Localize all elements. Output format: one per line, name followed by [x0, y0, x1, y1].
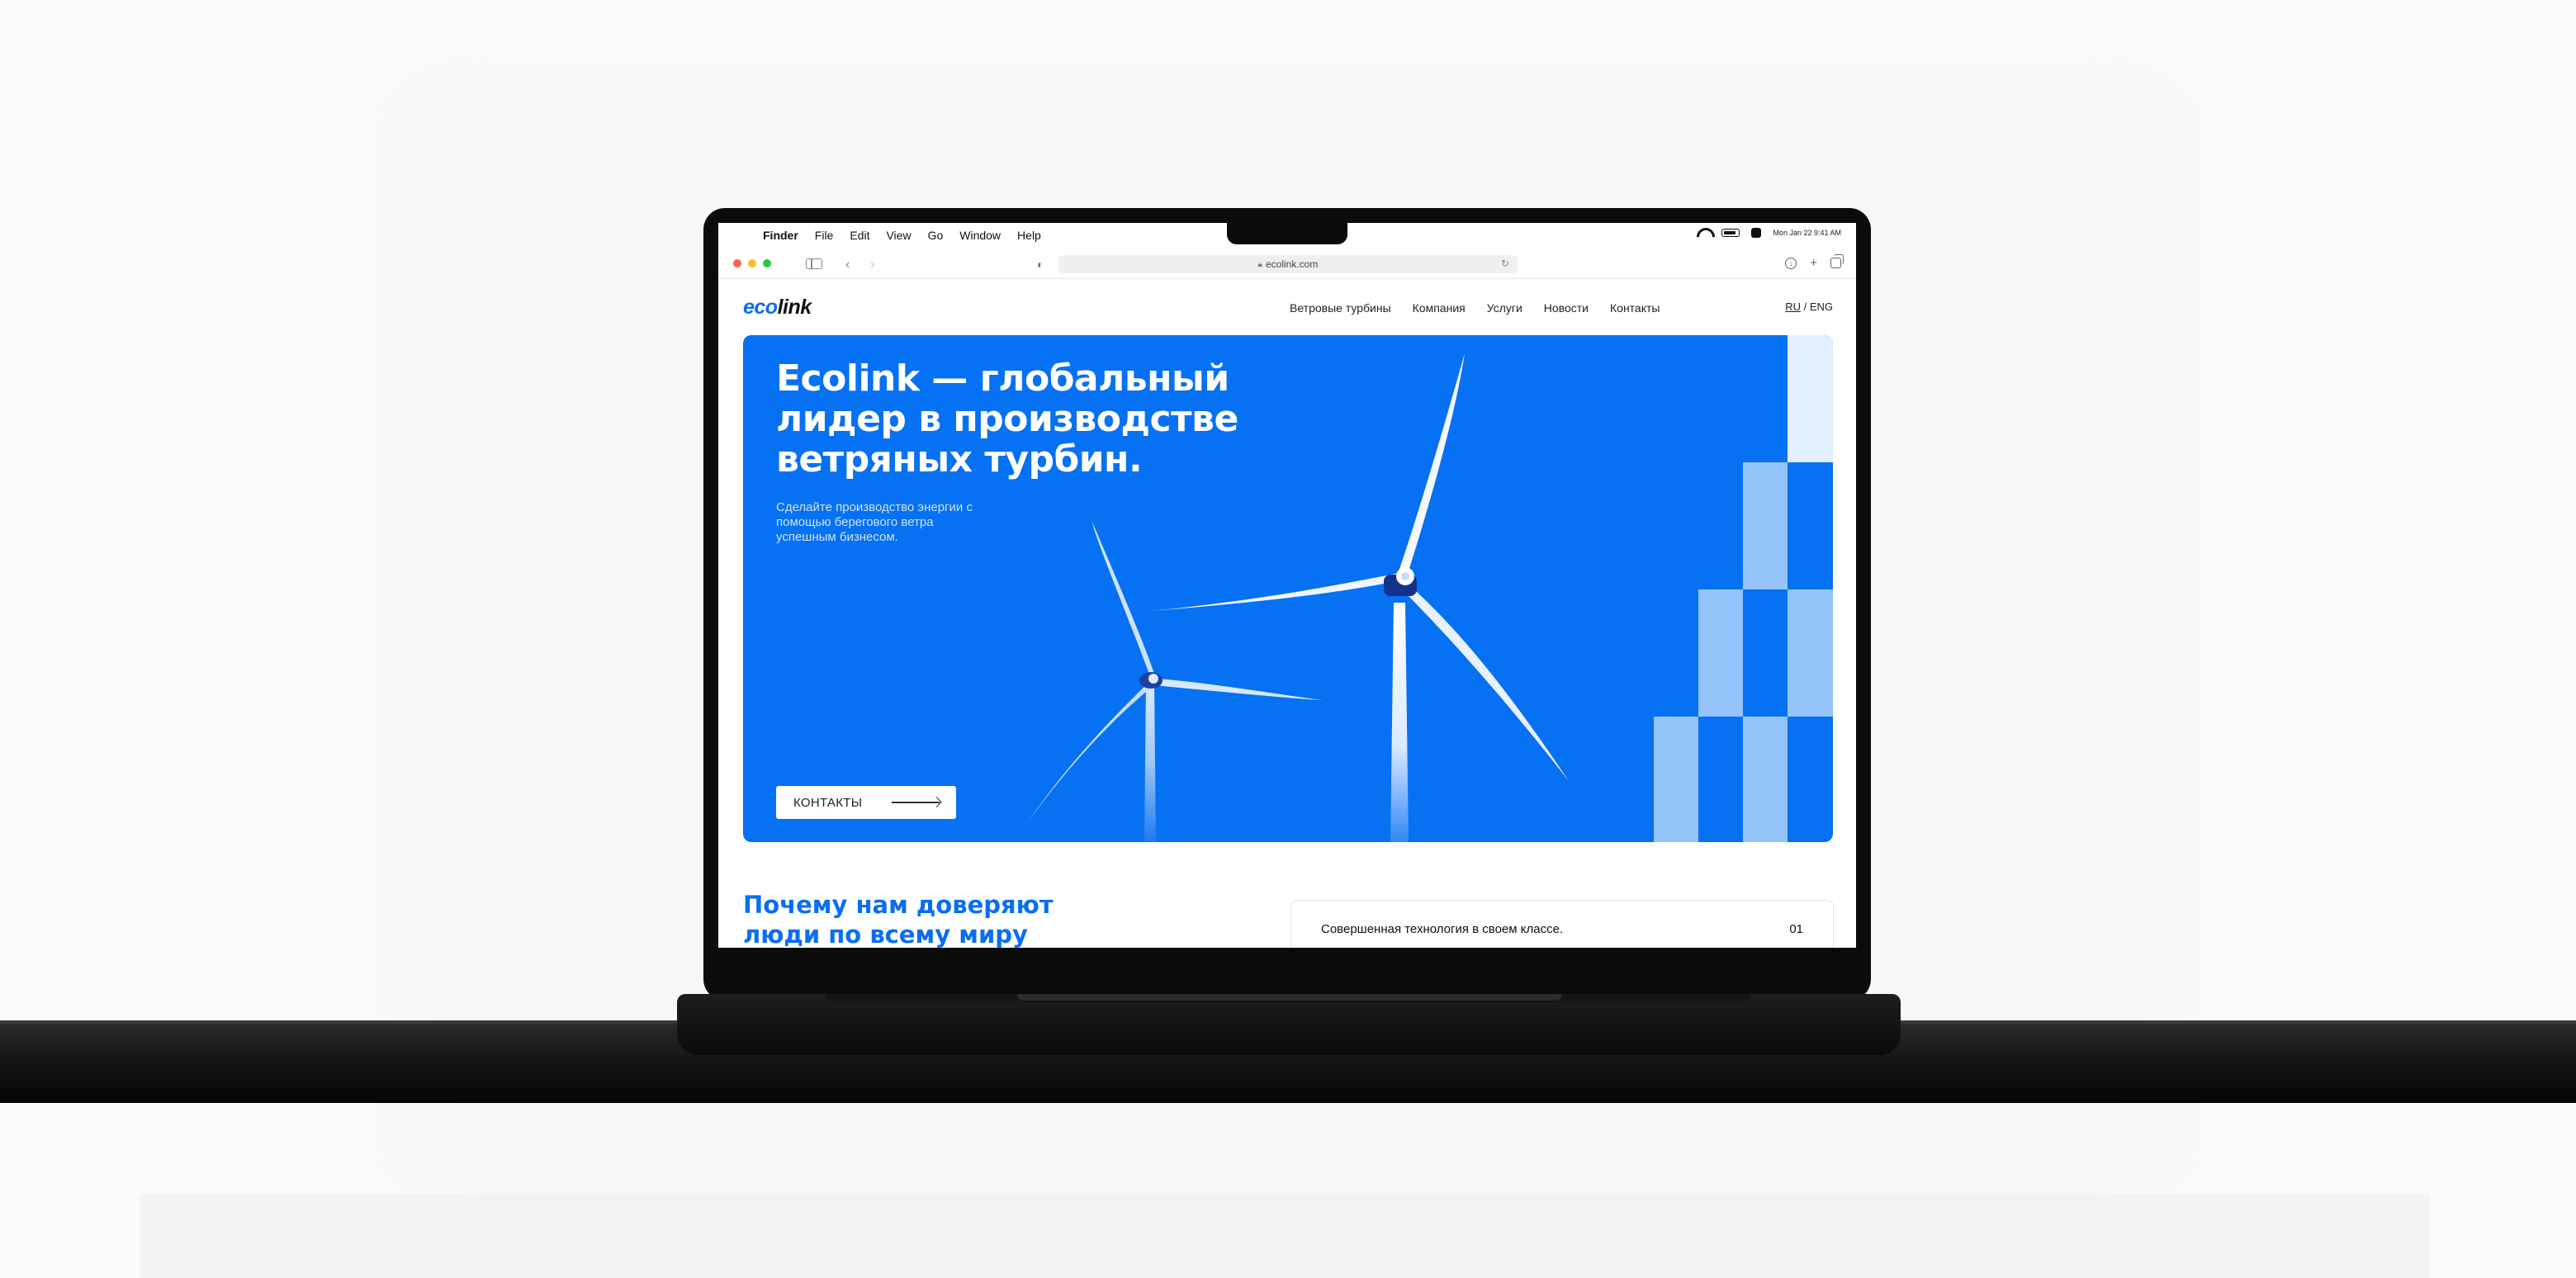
- new-tab-icon[interactable]: +: [1810, 256, 1817, 270]
- hero-banner: Ecolink — глобальный лидер в производств…: [743, 335, 1833, 842]
- nav-news[interactable]: Новости: [1544, 301, 1589, 315]
- feature-card[interactable]: Совершенная технология в своем классе. 0…: [1290, 900, 1834, 948]
- battery-icon[interactable]: [1721, 229, 1740, 237]
- ecolink-logo[interactable]: ecolink: [743, 296, 812, 320]
- logo-link: link: [777, 296, 812, 319]
- arrow-right-icon: [892, 802, 940, 803]
- hero-title: Ecolink — глобальный лидер в производств…: [776, 357, 1238, 480]
- forward-icon[interactable]: ›: [870, 258, 874, 272]
- download-icon[interactable]: ↓: [1785, 258, 1797, 269]
- sidebar-toggle-icon[interactable]: [806, 258, 822, 269]
- close-window-button[interactable]: [733, 259, 741, 267]
- status-clock[interactable]: Mon Jan 22 9:41 AM: [1773, 229, 1841, 237]
- back-icon[interactable]: ‹: [845, 258, 850, 272]
- browser-toolbar: ‹ › ◐ 🔒︎ ecolink.com ↻ ↓ +: [718, 248, 1856, 279]
- status-area: Mon Jan 22 9:41 AM: [1697, 228, 1841, 238]
- turbine-back: [1028, 522, 1323, 842]
- contacts-button-label: КОНТАКТЫ: [793, 795, 863, 810]
- menu-finder[interactable]: Finder: [763, 229, 798, 242]
- nav-contacts[interactable]: Контакты: [1610, 301, 1660, 315]
- address-bar[interactable]: 🔒︎ ecolink.com ↻: [1058, 255, 1518, 273]
- menu-file[interactable]: File: [815, 229, 834, 242]
- lock-icon: 🔒︎: [1257, 259, 1262, 269]
- menu-view[interactable]: View: [886, 229, 911, 242]
- main-nav: Ветровые турбины Компания Услуги Новости…: [1290, 301, 1660, 315]
- camera-notch: [1227, 221, 1347, 244]
- tab-overview-icon[interactable]: [1830, 254, 1844, 268]
- lang-ru[interactable]: RU: [1785, 301, 1801, 313]
- laptop-base: [677, 994, 1901, 1055]
- lang-separator: /: [1800, 301, 1810, 313]
- menu-edit[interactable]: Edit: [850, 229, 869, 242]
- lang-eng[interactable]: ENG: [1810, 301, 1833, 313]
- scene: Finder File Edit View Go Window Help Mon…: [0, 0, 2576, 1278]
- control-center-icon[interactable]: [1751, 228, 1762, 238]
- browser-actions: ↓ +: [1785, 254, 1844, 270]
- nav-services[interactable]: Услуги: [1487, 301, 1522, 315]
- nav-wind-turbines[interactable]: Ветровые турбины: [1290, 301, 1391, 315]
- wifi-icon[interactable]: [1697, 228, 1710, 238]
- minimize-window-button[interactable]: [748, 259, 756, 267]
- window-controls: [733, 259, 771, 267]
- contacts-button[interactable]: КОНТАКТЫ: [776, 786, 956, 819]
- laptop-screen: Finder File Edit View Go Window Help Mon…: [718, 223, 1856, 948]
- reload-icon[interactable]: ↻: [1501, 258, 1509, 269]
- nav-company[interactable]: Компания: [1413, 301, 1466, 315]
- menu-help[interactable]: Help: [1017, 229, 1041, 242]
- language-switcher: RU / ENG: [1785, 301, 1833, 313]
- site-header: ecolink Ветровые турбины Компания Услуги…: [718, 279, 1856, 330]
- feature-text: Совершенная технология в своем классе.: [1321, 922, 1564, 936]
- bottom-panel: [140, 1194, 2429, 1278]
- laptop-trackpad-lip: [1017, 994, 1562, 1001]
- menu-window[interactable]: Window: [959, 229, 1001, 242]
- privacy-shield-icon[interactable]: ◐: [1037, 258, 1044, 271]
- menu-go[interactable]: Go: [928, 229, 944, 242]
- feature-number: 01: [1789, 922, 1803, 936]
- logo-eco: eco: [743, 296, 778, 319]
- zoom-window-button[interactable]: [763, 259, 771, 267]
- address-bar-url: ecolink.com: [1265, 258, 1319, 270]
- hero-subtitle: Сделайте производство энергии с помощью …: [776, 500, 973, 544]
- why-trust-heading: Почему нам доверяют люди по всему миру: [743, 891, 1054, 948]
